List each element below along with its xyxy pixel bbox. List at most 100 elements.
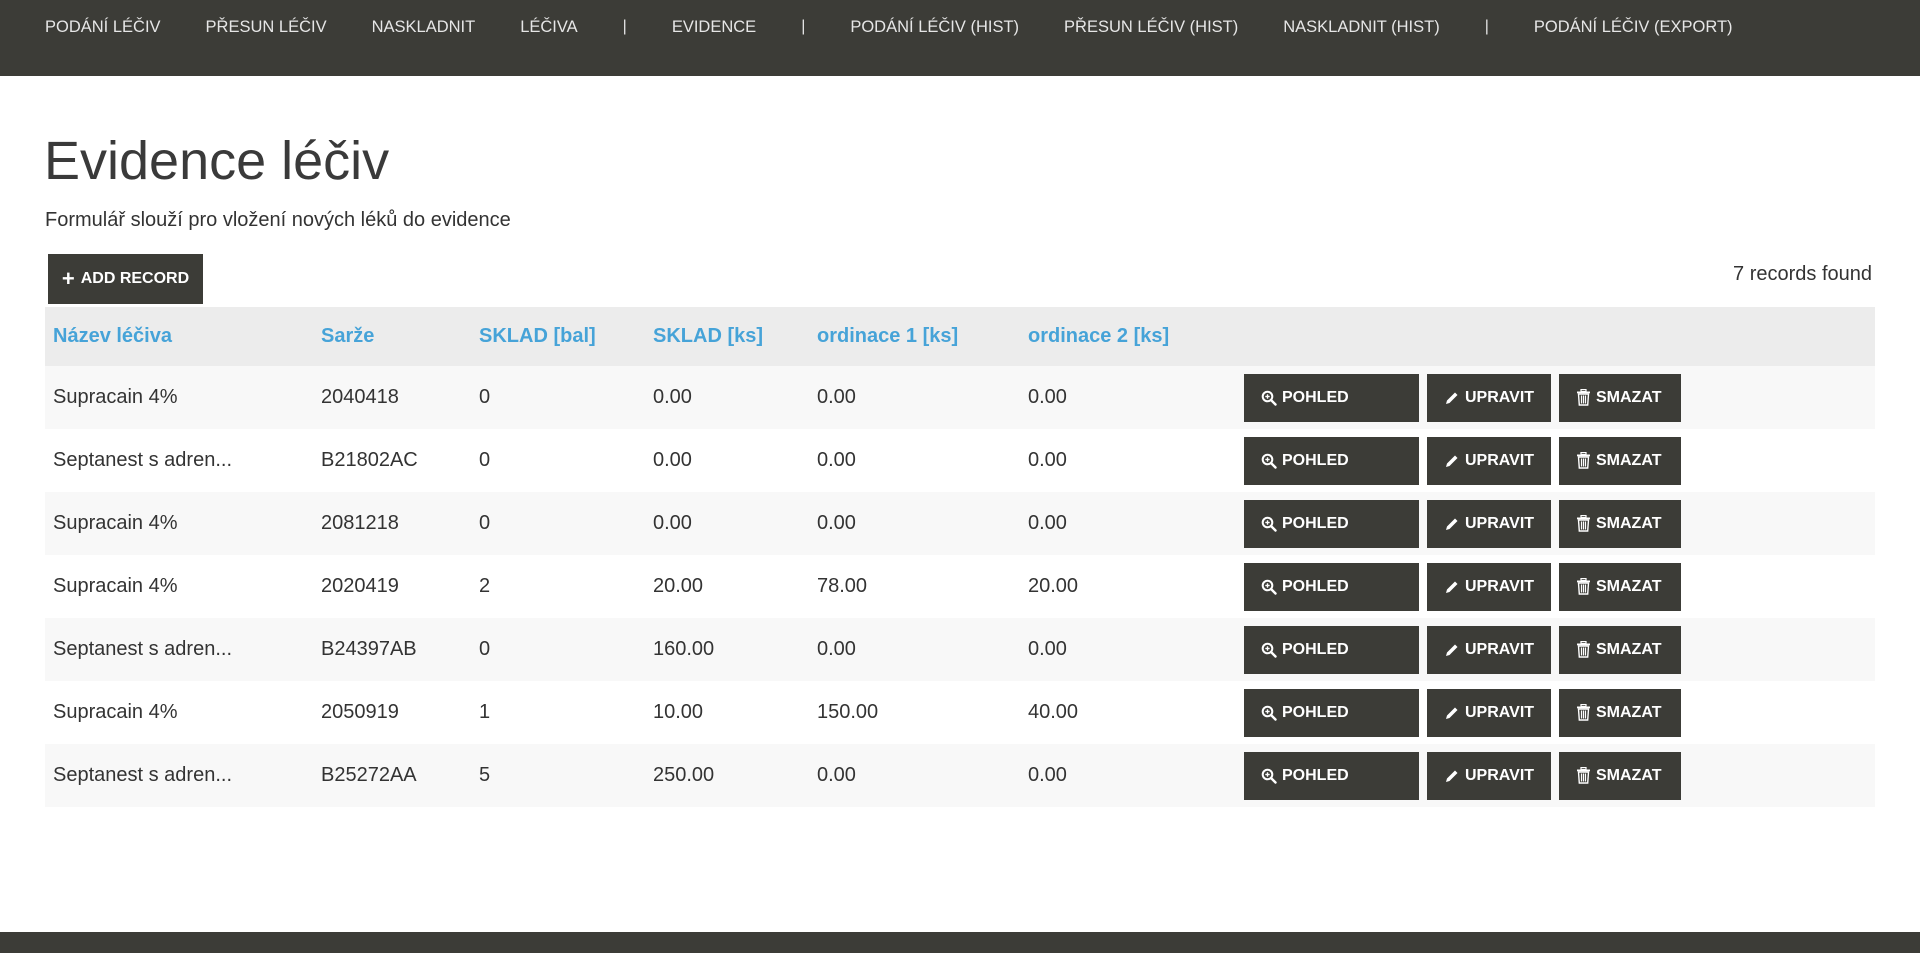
delete-button[interactable]: SMAZAT — [1559, 436, 1681, 485]
edit-button-label: UPRAVIT — [1465, 640, 1535, 658]
cell-stock-pieces: 250.00 — [653, 764, 715, 786]
row-actions: POHLED UPRAVIT SMAZAT — [1244, 751, 1681, 800]
edit-button[interactable]: UPRAVIT — [1427, 499, 1551, 548]
edit-button[interactable]: UPRAVIT — [1427, 562, 1551, 611]
trash-icon — [1576, 578, 1591, 595]
view-button[interactable]: POHLED — [1244, 688, 1419, 737]
table-row: Supracain 4% 2040418 0 0.00 0.00 0.00 POHLED UP… — [45, 366, 1875, 429]
edit-button-label: UPRAVIT — [1465, 766, 1535, 784]
view-button-label: POHLED — [1282, 451, 1349, 469]
delete-button-label: SMAZAT — [1596, 766, 1662, 784]
edit-button[interactable]: UPRAVIT — [1427, 625, 1551, 674]
cell-name: Septanest s adren... — [53, 449, 233, 471]
cell-batch: B25272AA — [321, 764, 417, 786]
page-title: Evidence léčiv — [44, 131, 390, 191]
trash-icon — [1576, 704, 1591, 721]
view-button[interactable]: POHLED — [1244, 625, 1419, 674]
trash-icon — [1576, 641, 1591, 658]
cell-stock-pieces: 0.00 — [653, 386, 692, 408]
delete-button-label: SMAZAT — [1596, 388, 1662, 406]
view-button-label: POHLED — [1282, 514, 1349, 532]
cell-stock-packs: 5 — [479, 764, 491, 786]
view-button[interactable]: POHLED — [1244, 436, 1419, 485]
cell-batch: 2050919 — [321, 701, 399, 723]
pencil-icon — [1444, 642, 1460, 658]
delete-button[interactable]: SMAZAT — [1559, 562, 1681, 611]
cell-batch: 2040418 — [321, 386, 399, 408]
delete-button[interactable]: SMAZAT — [1559, 751, 1681, 800]
cell-office-1: 0.00 — [817, 386, 856, 408]
cell-name: Septanest s adren... — [53, 764, 233, 786]
nav-item-2[interactable]: NASKLADNIT — [372, 16, 476, 38]
table-row: Supracain 4% 2020419 2 20.00 78.00 20.00 POHLE… — [45, 555, 1875, 618]
trash-icon — [1576, 515, 1591, 532]
row-actions: POHLED UPRAVIT SMAZAT — [1244, 625, 1681, 674]
row-actions: POHLED UPRAVIT SMAZAT — [1244, 373, 1681, 422]
delete-button[interactable]: SMAZAT — [1559, 625, 1681, 674]
view-button[interactable]: POHLED — [1244, 499, 1419, 548]
view-button[interactable]: POHLED — [1244, 562, 1419, 611]
nav-item-8[interactable]: PŘESUN LÉČIV (HIST) — [1064, 16, 1238, 38]
delete-button-label: SMAZAT — [1596, 640, 1662, 658]
view-button-label: POHLED — [1282, 640, 1349, 658]
table-row: Septanest s adren... B24397AB 0 160.00 0.00 0… — [45, 618, 1875, 681]
cell-stock-packs: 0 — [479, 449, 491, 471]
nav-item-1[interactable]: PŘESUN LÉČIV — [206, 16, 327, 38]
delete-button-label: SMAZAT — [1596, 514, 1662, 532]
column-header-office-2[interactable]: ordinace 2 [ks] — [1028, 325, 1244, 348]
delete-button[interactable]: SMAZAT — [1559, 688, 1681, 737]
edit-button[interactable]: UPRAVIT — [1427, 436, 1551, 485]
nav-item-9[interactable]: NASKLADNIT (HIST) — [1283, 16, 1439, 38]
table-body: Supracain 4% 2040418 0 0.00 0.00 0.00 POHLED UP… — [45, 366, 1875, 807]
nav-item-11[interactable]: PODÁNÍ LÉČIV (EXPORT) — [1534, 16, 1733, 38]
column-header-office-1[interactable]: ordinace 1 [ks] — [817, 325, 1028, 348]
view-button-label: POHLED — [1282, 703, 1349, 721]
edit-button[interactable]: UPRAVIT — [1427, 373, 1551, 422]
view-button[interactable]: POHLED — [1244, 373, 1419, 422]
nav-item-0[interactable]: PODÁNÍ LÉČIV — [45, 16, 161, 38]
column-header-name[interactable]: Název léčiva — [45, 325, 321, 348]
top-navigation: PODÁNÍ LÉČIV PŘESUN LÉČIV NASKLADNIT LÉČIVA… — [0, 0, 1920, 76]
row-actions: POHLED UPRAVIT SMAZAT — [1244, 499, 1681, 548]
nav-separator: | — [801, 18, 806, 35]
nav-separator: | — [1484, 18, 1489, 35]
pencil-icon — [1444, 390, 1460, 406]
edit-button-label: UPRAVIT — [1465, 703, 1535, 721]
edit-button[interactable]: UPRAVIT — [1427, 751, 1551, 800]
table-row: Septanest s adren... B21802AC 0 0.00 0.00 0.0… — [45, 429, 1875, 492]
cell-name: Supracain 4% — [53, 701, 178, 723]
cell-office-1: 0.00 — [817, 764, 856, 786]
trash-icon — [1576, 767, 1591, 784]
nav-item-7[interactable]: PODÁNÍ LÉČIV (HIST) — [850, 16, 1019, 38]
add-record-button[interactable]: + ADD RECORD — [48, 254, 203, 304]
table-row: Supracain 4% 2050919 1 10.00 150.00 40.00 POHL… — [45, 681, 1875, 744]
view-button-label: POHLED — [1282, 388, 1349, 406]
delete-button-label: SMAZAT — [1596, 703, 1662, 721]
cell-office-2: 0.00 — [1028, 638, 1067, 660]
column-header-batch[interactable]: Sarže — [321, 325, 479, 348]
cell-office-1: 150.00 — [817, 701, 879, 723]
nav-item-3[interactable]: LÉČIVA — [520, 16, 577, 38]
edit-button-label: UPRAVIT — [1465, 451, 1535, 469]
pencil-icon — [1444, 453, 1460, 469]
pencil-icon — [1444, 768, 1460, 784]
zoom-icon — [1261, 768, 1277, 784]
view-button[interactable]: POHLED — [1244, 751, 1419, 800]
edit-button-label: UPRAVIT — [1465, 514, 1535, 532]
edit-button[interactable]: UPRAVIT — [1427, 688, 1551, 737]
zoom-icon — [1261, 579, 1277, 595]
pencil-icon — [1444, 705, 1460, 721]
delete-button[interactable]: SMAZAT — [1559, 499, 1681, 548]
add-record-label: ADD RECORD — [80, 270, 190, 287]
row-actions: POHLED UPRAVIT SMAZAT — [1244, 562, 1681, 611]
column-header-stock-pieces[interactable]: SKLAD [ks] — [653, 325, 817, 348]
view-button-label: POHLED — [1282, 577, 1349, 595]
cell-batch: B24397AB — [321, 638, 417, 660]
cell-office-1: 0.00 — [817, 638, 856, 660]
delete-button[interactable]: SMAZAT — [1559, 373, 1681, 422]
nav-item-5[interactable]: EVIDENCE — [672, 16, 756, 38]
column-header-stock-packs[interactable]: SKLAD [bal] — [479, 325, 653, 348]
pencil-icon — [1444, 516, 1460, 532]
page-subtitle: Formulář slouží pro vložení nových léků … — [45, 209, 511, 231]
cell-stock-pieces: 10.00 — [653, 701, 704, 723]
